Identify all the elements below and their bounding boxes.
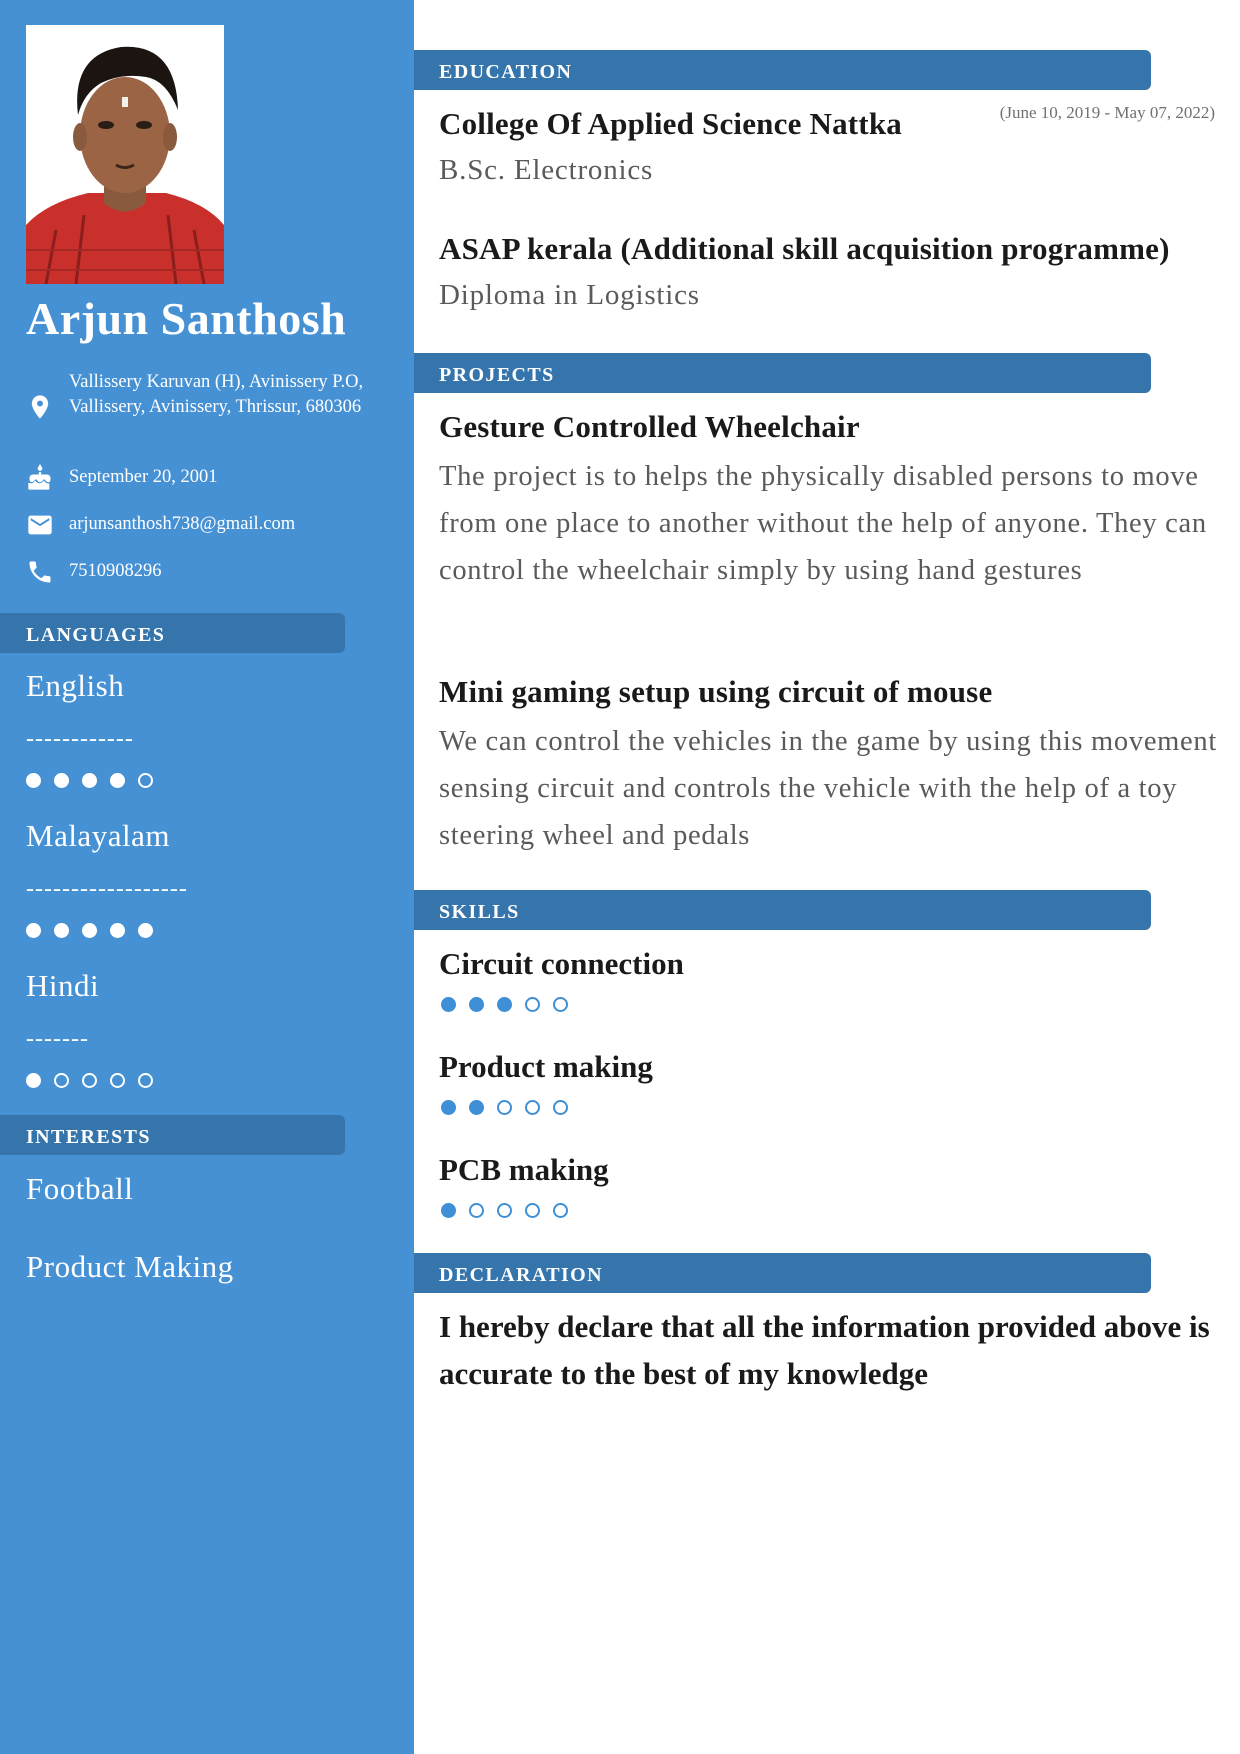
rating-dot-empty xyxy=(110,1073,125,1088)
rating-dot-empty xyxy=(553,1100,568,1115)
rating-dot-filled xyxy=(82,773,97,788)
rating-dot-filled xyxy=(26,1073,41,1088)
mail-icon xyxy=(28,515,52,535)
rating-dot-empty xyxy=(525,1203,540,1218)
language-rating xyxy=(26,923,166,943)
education-degree: Diploma in Logistics xyxy=(439,279,700,311)
languages-header: LANGUAGES xyxy=(0,613,345,653)
education-dates: (June 10, 2019 - May 07, 2022) xyxy=(999,103,1215,122)
project-description: We can control the vehicles in the game … xyxy=(439,726,1217,851)
person-name: Arjun Santhosh xyxy=(26,293,347,344)
birthdate-text: September 20, 2001 xyxy=(69,467,218,487)
rating-dot-empty xyxy=(54,1073,69,1088)
rating-dot-filled xyxy=(497,997,512,1012)
address-text: Vallissery Karuvan (H), Avinissery P.O, … xyxy=(69,372,364,417)
declaration-header: DECLARATION xyxy=(414,1253,1151,1293)
rating-dot-empty xyxy=(82,1073,97,1088)
rating-dot-empty xyxy=(525,997,540,1012)
projects-header: PROJECTS xyxy=(414,353,1151,393)
rating-dot-filled xyxy=(110,773,125,788)
education-institution: College Of Applied Science Nattka xyxy=(439,106,902,141)
interest-item: Product Making xyxy=(26,1249,234,1284)
projects-header-label: PROJECTS xyxy=(439,364,555,386)
rating-dot-filled xyxy=(54,923,69,938)
rating-dot-empty xyxy=(553,1203,568,1218)
rating-dot-empty xyxy=(138,1073,153,1088)
skills-header: SKILLS xyxy=(414,890,1151,930)
rating-dot-empty xyxy=(469,1203,484,1218)
phone-text: 7510908296 xyxy=(69,561,162,581)
interests-header: INTERESTS xyxy=(0,1115,345,1155)
skills-header-label: SKILLS xyxy=(439,901,520,923)
language-name: English xyxy=(26,668,125,703)
interest-item: Football xyxy=(26,1171,134,1206)
language-name: Malayalam xyxy=(26,818,170,853)
skill-rating xyxy=(441,1100,581,1120)
skill-rating xyxy=(441,997,581,1017)
rating-dot-filled xyxy=(110,923,125,938)
rating-dot-empty xyxy=(138,773,153,788)
email-link[interactable]: arjunsanthosh738@gmail.com xyxy=(69,512,389,537)
skill-name: PCB making xyxy=(439,1152,609,1187)
phone-icon xyxy=(29,561,51,583)
sidebar: Arjun Santhosh Vallissery Karuvan (H), A… xyxy=(0,0,414,1754)
language-rating xyxy=(26,1073,166,1093)
project-title: Gesture Controlled Wheelchair xyxy=(439,409,860,444)
education-header-label: EDUCATION xyxy=(439,61,573,83)
interests-header-label: INTERESTS xyxy=(26,1126,151,1148)
rating-dot-filled xyxy=(441,1100,456,1115)
rating-dot-filled xyxy=(469,1100,484,1115)
project-description: The project is to helps the physically d… xyxy=(439,461,1207,586)
profile-photo xyxy=(26,25,224,284)
education-institution: ASAP kerala (Additional skill acquisitio… xyxy=(439,231,1170,266)
skill-name: Circuit connection xyxy=(439,946,684,981)
languages-header-label: LANGUAGES xyxy=(26,624,166,646)
language-name: Hindi xyxy=(26,968,100,1003)
language-divider: ------------ xyxy=(26,726,134,752)
language-divider: ------------------ xyxy=(26,876,188,902)
rating-dot-filled xyxy=(469,997,484,1012)
rating-dot-filled xyxy=(26,923,41,938)
rating-dot-empty xyxy=(525,1100,540,1115)
rating-dot-filled xyxy=(26,773,41,788)
rating-dot-filled xyxy=(441,997,456,1012)
education-header: EDUCATION xyxy=(414,50,1151,90)
rating-dot-filled xyxy=(138,923,153,938)
birthday-cake-icon xyxy=(28,464,51,490)
skill-rating xyxy=(441,1203,581,1223)
rating-dot-filled xyxy=(54,773,69,788)
rating-dot-empty xyxy=(497,1203,512,1218)
project-title: Mini gaming setup using circuit of mouse xyxy=(439,674,993,709)
skill-name: Product making xyxy=(439,1049,653,1084)
language-rating xyxy=(26,773,166,793)
rating-dot-filled xyxy=(82,923,97,938)
declaration-header-label: DECLARATION xyxy=(439,1264,603,1286)
rating-dot-filled xyxy=(441,1203,456,1218)
location-pin-icon xyxy=(31,395,49,419)
rating-dot-empty xyxy=(553,997,568,1012)
language-divider: ------- xyxy=(26,1026,89,1052)
declaration-text: I hereby declare that all the informatio… xyxy=(439,1309,1210,1391)
education-degree: B.Sc. Electronics xyxy=(439,154,654,186)
rating-dot-empty xyxy=(497,1100,512,1115)
